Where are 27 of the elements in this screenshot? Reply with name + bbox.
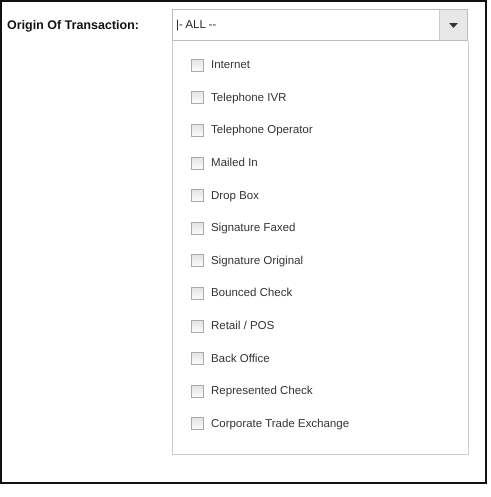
checkbox[interactable] (191, 254, 204, 268)
option-label[interactable]: Signature Original (211, 254, 304, 267)
option-label[interactable]: Bounced Check (211, 287, 292, 300)
option-label[interactable]: Represented Check (211, 385, 313, 398)
option-label[interactable]: Mailed In (211, 157, 258, 170)
option-label[interactable]: Internet (211, 59, 250, 72)
checkbox[interactable] (191, 384, 204, 398)
field-label: Origin Of Transaction: (7, 18, 140, 32)
checkbox[interactable] (191, 320, 204, 333)
option-label[interactable]: Telephone IVR (211, 92, 286, 104)
checkbox[interactable] (191, 417, 204, 430)
option-label[interactable]: Back Office (211, 352, 270, 365)
checkbox[interactable] (191, 91, 204, 104)
option-label[interactable]: Corporate Trade Exchange (211, 418, 350, 430)
checkbox[interactable] (191, 189, 204, 202)
checkbox[interactable] (191, 156, 204, 170)
checkbox[interactable] (191, 352, 204, 366)
caret-icon (449, 22, 458, 28)
checkbox[interactable] (191, 124, 204, 137)
option-label[interactable]: Drop Box (211, 190, 259, 202)
option-label[interactable]: Retail / POS (211, 320, 274, 332)
option-label[interactable]: Signature Faxed (211, 222, 296, 234)
checkbox[interactable] (191, 222, 204, 235)
option-label[interactable]: Telephone Operator (211, 124, 313, 136)
checkbox[interactable] (191, 58, 204, 72)
select-field[interactable]: |- ALL -- (172, 9, 468, 41)
checkbox[interactable] (191, 286, 204, 300)
